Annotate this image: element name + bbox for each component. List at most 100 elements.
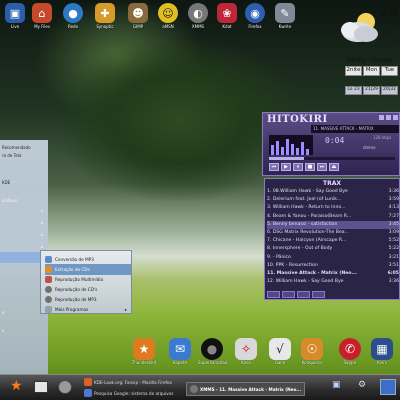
playlist-row[interactable]: 2. Delerium feat. Joel (of Lunik... 3:59 xyxy=(267,196,399,204)
track-duration: 7:27 xyxy=(388,213,399,219)
next-button[interactable]: ⏭ xyxy=(317,163,327,171)
playlist-row[interactable]: 6. DSG Matrix Revolution-The Bea... 3:09 xyxy=(267,229,399,237)
shade-icon[interactable] xyxy=(386,115,391,120)
play-button[interactable]: ▶ xyxy=(281,163,291,171)
menu-item-label: Extração de CDs xyxy=(55,267,90,272)
desktop-icon-kwrite[interactable]: ✎ Kwrite xyxy=(270,3,300,29)
desktop-icon-my-files[interactable]: ⌂ My Files xyxy=(27,3,57,29)
desktop-icon-label: aMSN xyxy=(162,24,174,29)
playlist-row[interactable]: 3. William Hawk - Return to Inno... 4:13 xyxy=(267,204,399,212)
weather-condition: Partly cloudy xyxy=(347,56,393,64)
desktop-icon-synaptic[interactable]: ✚ Synaptic xyxy=(90,3,120,29)
channel-mode: stereo xyxy=(363,145,376,150)
remove-button[interactable] xyxy=(282,291,295,298)
playlist-row[interactable]: 4. Beam & Yanou - Paraiso(Beam R... 7:27 xyxy=(267,213,399,221)
dock-item-kvirc[interactable]: ▦ Kvirc xyxy=(368,338,396,365)
tray-window-icon[interactable]: ▣ xyxy=(332,380,341,390)
desktop-icon[interactable] xyxy=(34,381,48,393)
cd-icon xyxy=(45,286,52,293)
weather-forecast-temps: Lo 23 21|29 20|32 xyxy=(345,86,398,95)
start-menu-item[interactable]: s xyxy=(2,328,4,333)
live-icon: ▣ xyxy=(5,3,25,23)
desktop-icon-label: Rede xyxy=(67,24,79,29)
multimedia-submenu: Conversão de MP3 Extração de CDs Reprodu… xyxy=(40,250,132,314)
desktop-icon-firefox[interactable]: ◉ Firefox xyxy=(240,3,270,29)
dock-item-kasa[interactable]: ✧ Kasa xyxy=(232,338,260,365)
submenu-arrow-icon: ▸ xyxy=(41,244,44,249)
track-duration: 3:51 xyxy=(388,262,399,268)
disc-icon: ◐ xyxy=(188,3,208,23)
desktop-icon-label: Kdat xyxy=(222,24,232,29)
start-button[interactable]: ★ xyxy=(10,378,23,394)
start-menu-item[interactable]: ra de Tela xyxy=(2,153,21,158)
playlist-row[interactable]: 1. 08.William Hawk - Say Good Bye 3:36 xyxy=(267,188,399,196)
terminal-icon: ▦ xyxy=(371,338,393,360)
playlist-row[interactable]: 8. Innersphere - Out of Body 5:22 xyxy=(267,245,399,253)
minimize-icon[interactable] xyxy=(379,115,384,120)
transport-controls: ⏮ ▶ ⏸ ■ ⏭ ⏏ xyxy=(269,163,339,171)
playlist-row[interactable]: 5. Benny benassi - satisfaction 3:45 xyxy=(267,220,399,229)
forecast-day: Mon xyxy=(363,66,380,76)
stop-button[interactable]: ■ xyxy=(305,163,315,171)
start-menu-item[interactable]: a xyxy=(2,310,4,315)
misc-button[interactable] xyxy=(312,291,325,298)
desktop-icon-amsn[interactable]: ☺ aMSN xyxy=(153,3,183,29)
weather-letter: P xyxy=(392,30,396,36)
desktop-icon-rede[interactable]: ● Rede xyxy=(58,3,88,29)
playlist-rows: 1. 08.William Hawk - Say Good Bye 3:36 2. … xyxy=(267,188,399,286)
desktop-icon-kdat[interactable]: ❀ Kdat xyxy=(212,3,242,29)
phone-icon: ✆ xyxy=(339,338,361,360)
convert-icon xyxy=(45,256,52,263)
start-menu-highlight[interactable] xyxy=(0,252,40,263)
desktop-icon-live[interactable]: ▣ Live xyxy=(0,3,30,29)
previous-button[interactable]: ⏮ xyxy=(269,163,279,171)
desktop-icon-gimp[interactable]: ☻ GIMP xyxy=(123,3,153,29)
task-firefox-kde-look[interactable]: KDE-Look.org: Fansip - Mozilla Firefox xyxy=(84,378,172,386)
dock-label: Gaim xyxy=(274,360,286,365)
playlist-row[interactable]: 7. Chicane - Halcyon (Airscape R... 5:52 xyxy=(267,237,399,245)
weather-letter: R xyxy=(392,44,396,50)
task-google-search[interactable]: Pesquisa Google: sistema de arquivos xyxy=(84,389,173,397)
desktop-icon-xmms[interactable]: ◐ XMMS xyxy=(183,3,213,29)
select-button[interactable] xyxy=(297,291,310,298)
close-icon[interactable] xyxy=(393,115,398,120)
dock-item-skype[interactable]: ✆ Skype xyxy=(336,338,364,365)
dock-item-thunderbird[interactable]: ★ Thunderbird xyxy=(130,338,158,365)
xmms-player: HITOKIRI 11. MASSIVE ATTACK - MATRIX 0:0… xyxy=(262,112,400,176)
player-skin-title: HITOKIRI xyxy=(267,114,328,125)
task-xmms-active[interactable]: XMMS - 11. Massive Attack - Matrix (Neo.… xyxy=(186,382,306,396)
eject-button[interactable]: ⏏ xyxy=(329,163,339,171)
globe-icon: ● xyxy=(63,3,83,23)
weather-widget: 26 P U R Partly cloudy 2nite Mon Tue Lo … xyxy=(340,0,400,100)
dock-item-konqueror[interactable]: ☉ Konqueror xyxy=(298,338,326,365)
compass-icon: ✧ xyxy=(235,338,257,360)
tray-settings-icon[interactable]: ⚙ xyxy=(358,380,366,390)
track-title: 3. William Hawk - Return to Inno... xyxy=(267,205,346,211)
dock-item-superkaramba[interactable]: ● Superkaramba xyxy=(198,338,227,365)
dock-item-gaim[interactable]: √ Gaim xyxy=(266,338,294,365)
firefox-icon: ◉ xyxy=(245,3,265,23)
playlist-row[interactable]: 12. William Hawk - Say Good Bye 3:36 xyxy=(267,278,399,286)
desktop-icon-label: Synaptic xyxy=(96,24,114,29)
track-title: 9. - Pânico xyxy=(267,254,291,260)
desktop-icon-label: My Files xyxy=(34,24,50,29)
start-menu-item[interactable]: KDE xyxy=(2,180,10,185)
playlist-row[interactable]: 9. - Pânico 3:21 xyxy=(267,254,399,262)
start-menu-item[interactable]: icativos xyxy=(2,198,17,203)
disc-icon[interactable] xyxy=(58,380,72,394)
start-menu-item[interactable]: Recomendado xyxy=(2,145,31,150)
bomb-icon: ● xyxy=(201,338,223,360)
pause-button[interactable]: ⏸ xyxy=(293,163,303,171)
playlist-row[interactable]: 11. Massive Attack - Matrix (Neo... 6:05 xyxy=(267,270,399,278)
submenu-arrow-icon: ▸ xyxy=(41,232,44,237)
dock-item-kopete[interactable]: ✉ Kopete xyxy=(166,338,194,365)
add-button[interactable] xyxy=(267,291,280,298)
tray-app-icon[interactable] xyxy=(380,379,396,395)
desktop-icon-label: GIMP xyxy=(132,24,144,29)
menu-item-more-programs[interactable]: Mais Programas ▸ xyxy=(45,304,131,315)
weather-temperature: 26 xyxy=(380,4,398,20)
seek-bar[interactable] xyxy=(269,157,395,160)
playlist-row[interactable]: 10. PPK - Resurrection 3:51 xyxy=(267,262,399,270)
xmms-icon xyxy=(190,385,198,393)
track-title: 5. Benny benassi - satisfaction xyxy=(267,221,338,227)
